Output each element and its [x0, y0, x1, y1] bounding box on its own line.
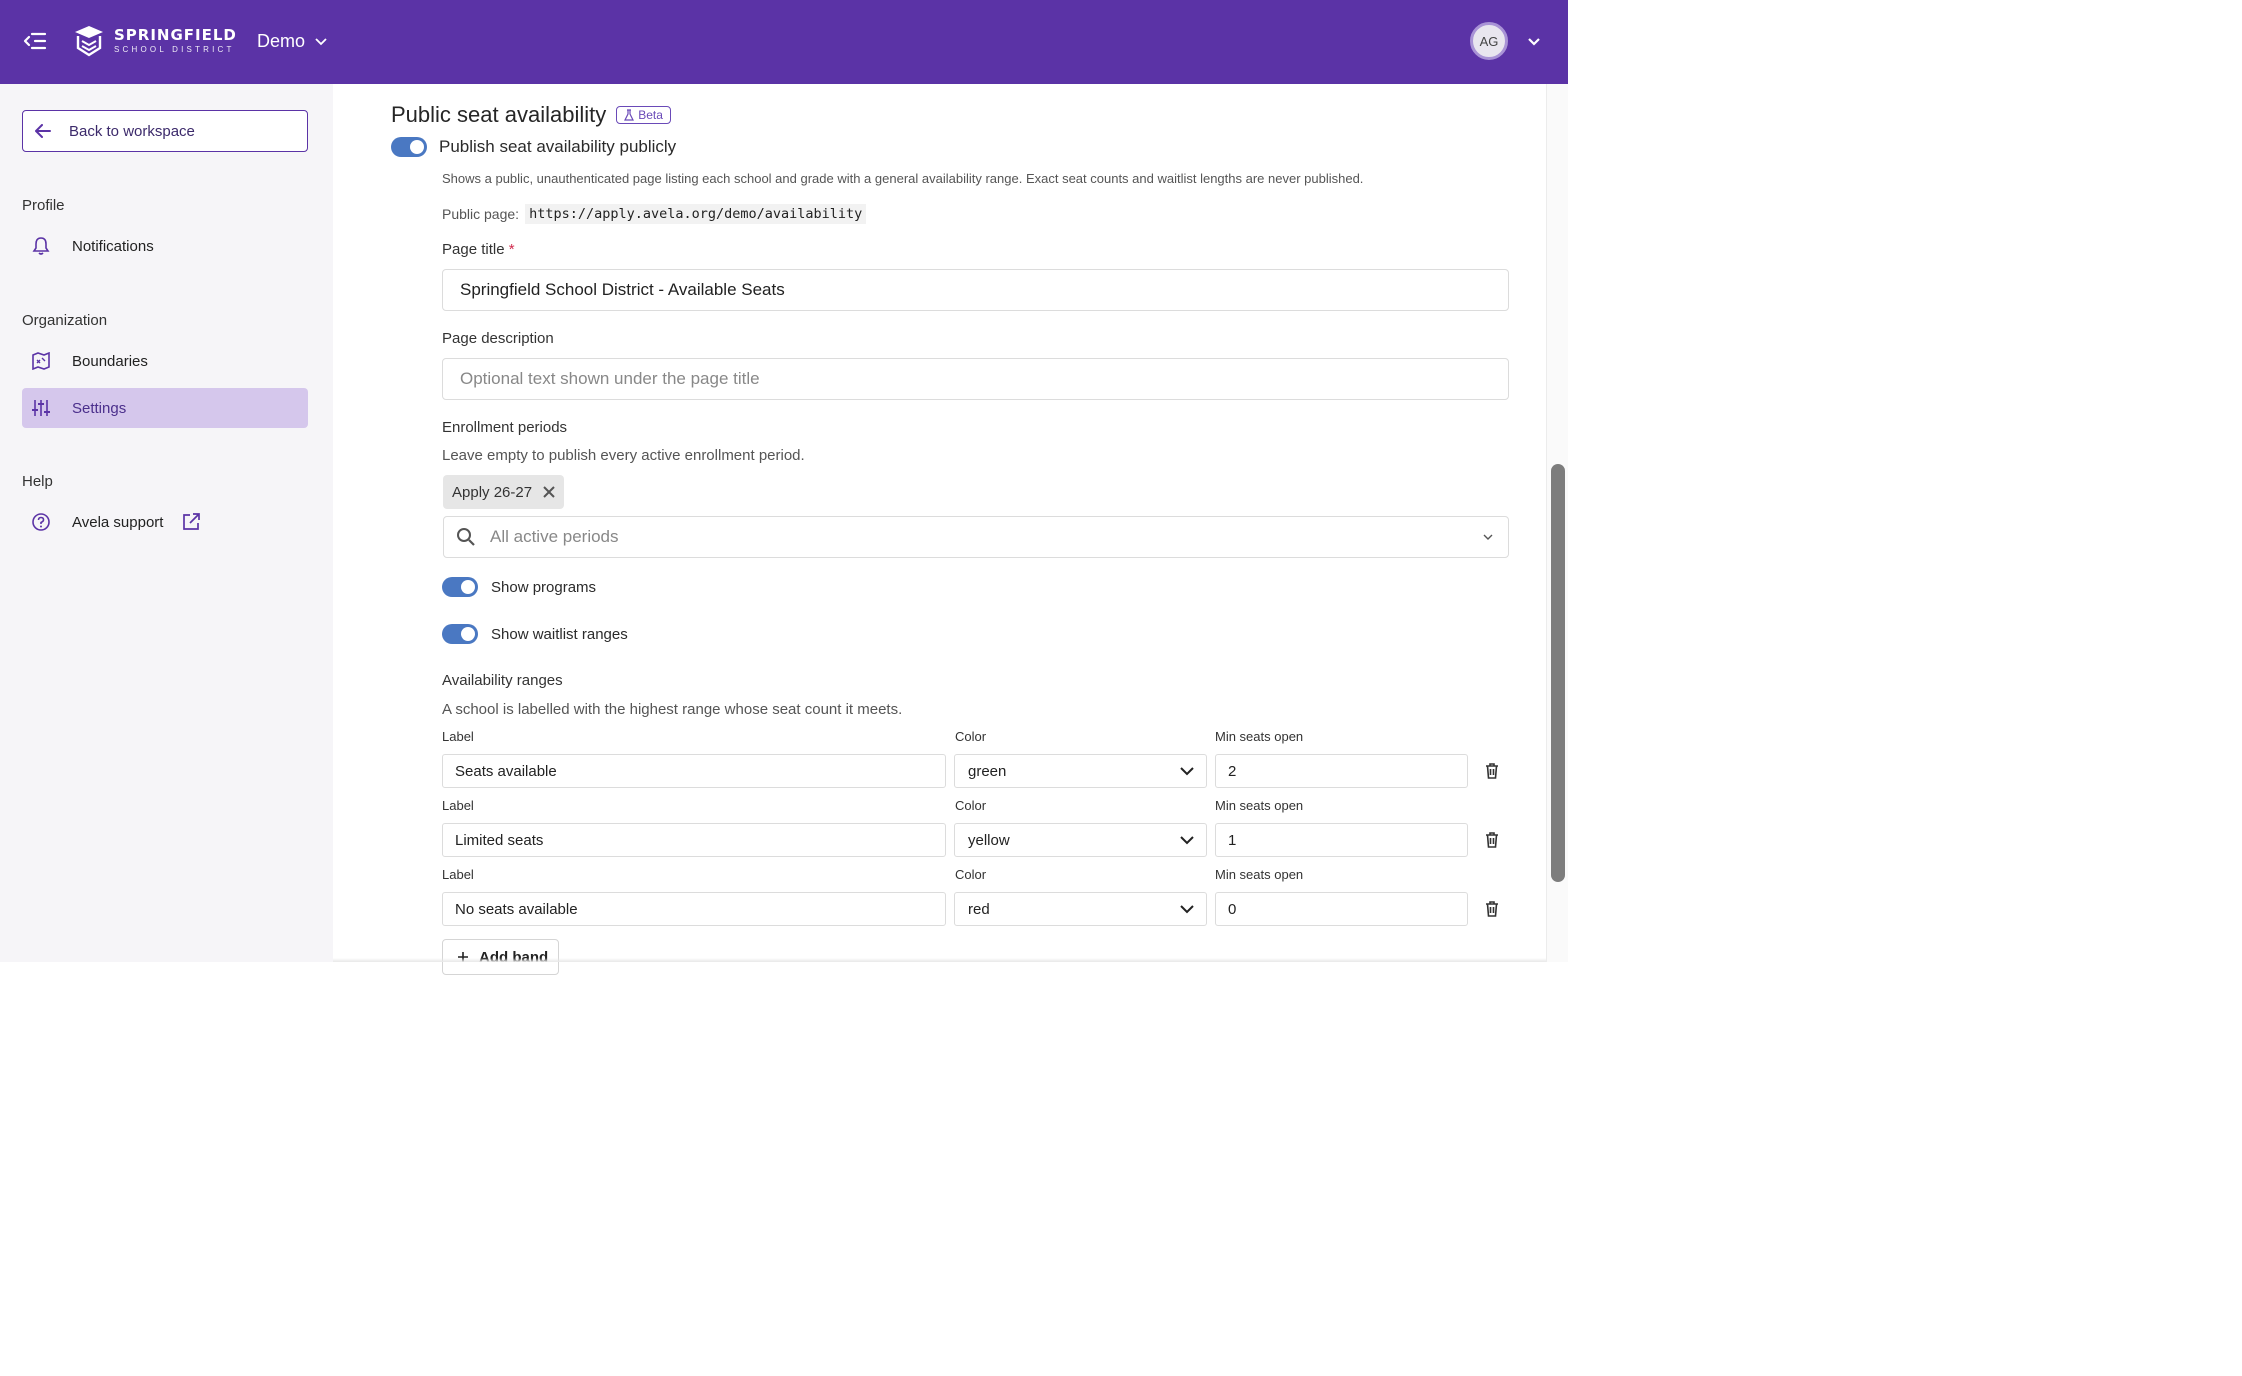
brand-subtitle: SCHOOL DISTRICT — [114, 45, 235, 54]
add-band-label: Add band — [479, 948, 549, 966]
band-color-value: green — [968, 762, 1007, 780]
user-avatar[interactable]: AG — [1470, 22, 1508, 60]
enrollment-periods-label: Enrollment periods — [442, 419, 568, 436]
public-page-row: Public page: https://apply.avela.org/dem… — [442, 204, 867, 224]
sidebar-item-label: Boundaries — [72, 352, 148, 370]
enrollment-periods-select[interactable]: All active periods — [443, 516, 1509, 558]
show-programs-label: Show programs — [491, 578, 597, 596]
show-waitlist-toggle[interactable] — [442, 624, 478, 644]
search-icon — [457, 528, 475, 546]
show-programs-row: Show programs — [442, 577, 596, 597]
show-waitlist-row: Show waitlist ranges — [442, 624, 628, 644]
publish-help-text: Shows a public, unauthenticated page lis… — [442, 171, 1364, 186]
band-color-header: Color — [955, 798, 987, 813]
band-min-input[interactable] — [1215, 892, 1468, 926]
chevron-down-icon — [1180, 766, 1194, 775]
page-description-input[interactable] — [442, 358, 1509, 400]
sidebar-item-support[interactable]: Avela support — [22, 502, 308, 542]
sidebar-item-label: Notifications — [72, 237, 154, 255]
org-name: Demo — [257, 31, 306, 51]
section-help: Help — [22, 473, 53, 490]
sidebar-item-boundaries[interactable]: Boundaries — [22, 341, 308, 381]
public-page-url[interactable]: https://apply.avela.org/demo/availabilit… — [525, 204, 867, 224]
arrow-left-icon — [35, 124, 51, 138]
sidebar-item-label: Settings — [72, 399, 127, 417]
publish-label: Publish seat availability publicly — [439, 137, 677, 156]
help-circle-icon — [30, 511, 52, 533]
band-min-header: Min seats open — [1215, 867, 1304, 882]
publish-toggle-row: Publish seat availability publicly — [391, 137, 676, 157]
band-min-header: Min seats open — [1215, 798, 1304, 813]
section-profile: Profile — [22, 197, 65, 214]
trash-icon[interactable] — [1484, 831, 1500, 849]
page-description-label: Page description — [442, 330, 554, 347]
main-content: Public seat availability Beta Publish se… — [333, 84, 1546, 975]
band-label-input[interactable] — [442, 754, 946, 788]
page-title-input[interactable] — [442, 269, 1509, 311]
band-color-value: red — [968, 900, 990, 918]
scrollbar[interactable] — [1546, 84, 1568, 962]
flask-icon — [624, 109, 635, 121]
band-label-input[interactable] — [442, 892, 946, 926]
chevron-down-icon — [1180, 904, 1194, 913]
availability-ranges-help: A school is labelled with the highest ra… — [442, 701, 903, 718]
band-min-header: Min seats open — [1215, 729, 1304, 744]
sliders-icon — [30, 397, 52, 419]
map-icon — [30, 350, 52, 372]
school-logo-icon — [75, 26, 103, 57]
back-to-workspace-label: Back to workspace — [69, 122, 195, 140]
section-title: Public seat availability Beta — [391, 102, 671, 128]
sidebar-item-notifications[interactable]: Notifications — [22, 226, 308, 266]
sidebar-item-label: Avela support — [72, 513, 164, 531]
external-link-icon — [183, 513, 201, 530]
availability-ranges-label: Availability ranges — [442, 672, 563, 689]
sidebar-item-settings[interactable]: Settings — [22, 388, 308, 428]
chevron-down-icon — [1180, 835, 1194, 844]
org-switcher[interactable]: Demo — [257, 31, 327, 52]
section-organization: Organization — [22, 312, 108, 329]
public-page-label: Public page: — [442, 206, 520, 222]
bell-icon — [30, 235, 52, 257]
sidebar: Back to workspace Profile Notifications … — [0, 84, 333, 962]
add-band-button[interactable]: Add band — [442, 939, 559, 975]
beta-badge: Beta — [616, 106, 671, 124]
collapse-menu-icon[interactable] — [22, 28, 48, 54]
enrollment-help-text: Leave empty to publish every active enro… — [442, 447, 805, 464]
enrollment-periods-placeholder: All active periods — [490, 527, 619, 546]
trash-icon[interactable] — [1484, 900, 1500, 918]
band-min-input[interactable] — [1215, 754, 1468, 788]
band-label-header: Label — [442, 798, 474, 813]
required-marker: * — [508, 241, 515, 258]
page-title-label-text: Page title — [442, 241, 505, 258]
page-title: Public seat availability — [391, 102, 607, 127]
scrollbar-thumb[interactable] — [1551, 464, 1565, 882]
enrollment-chip: Apply 26-27 — [443, 475, 565, 509]
page-title-label: Page title * — [442, 241, 515, 258]
close-icon[interactable] — [542, 485, 556, 499]
band-color-select[interactable]: red — [954, 892, 1207, 926]
top-bar: SPRINGFIELD SCHOOL DISTRICT Demo AG — [0, 0, 1568, 84]
chip-label: Apply 26-27 — [452, 483, 533, 501]
publish-toggle[interactable] — [391, 137, 427, 157]
chevron-down-icon — [1483, 534, 1493, 540]
band-label-header: Label — [442, 867, 474, 882]
band-color-header: Color — [955, 867, 987, 882]
back-to-workspace-button[interactable]: Back to workspace — [22, 110, 308, 152]
district-logo[interactable]: SPRINGFIELD SCHOOL DISTRICT — [72, 24, 237, 58]
band-min-input[interactable] — [1215, 823, 1468, 857]
band-color-header: Color — [955, 729, 987, 744]
band-label-input[interactable] — [442, 823, 946, 857]
band-color-select[interactable]: yellow — [954, 823, 1207, 857]
trash-icon[interactable] — [1484, 762, 1500, 780]
bottom-edge — [333, 958, 1546, 962]
show-waitlist-label: Show waitlist ranges — [491, 625, 628, 643]
band-color-value: yellow — [968, 831, 1010, 849]
chevron-down-icon — [315, 37, 327, 45]
show-programs-toggle[interactable] — [442, 577, 478, 597]
band-color-select[interactable]: green — [954, 754, 1207, 788]
beta-label: Beta — [638, 108, 663, 122]
brand-name: SPRINGFIELD — [114, 26, 237, 44]
band-label-header: Label — [442, 729, 474, 744]
user-menu-chevron-icon[interactable] — [1525, 34, 1543, 50]
